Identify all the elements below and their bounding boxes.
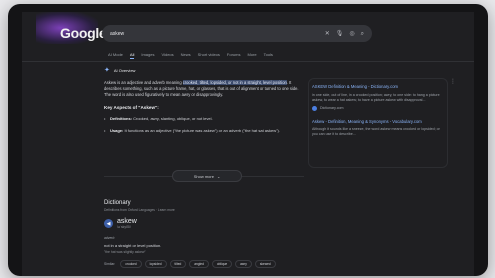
- pronunciation: /əˈskyo͞o/: [117, 225, 131, 229]
- tab-more[interactable]: More: [247, 52, 256, 59]
- source-snippet: Although it sounds like a sneeze, the wo…: [312, 127, 440, 136]
- ai-overview-paragraph: Askew is an adjective and adverb meaning…: [104, 80, 304, 98]
- synonym-chip[interactable]: angled: [189, 260, 209, 268]
- list-item: Usage: It functions as an adjective ("th…: [104, 128, 304, 134]
- synonym-chip[interactable]: skewed: [254, 260, 276, 268]
- key-aspects-list: Definitions: Crooked, awry, slanting, ob…: [104, 116, 304, 134]
- dictionary-title: Dictionary: [104, 200, 131, 206]
- sources-list: ASKEW Definition & Meaning - Dictionary.…: [312, 84, 442, 145]
- synonym-chip[interactable]: lopsided: [144, 260, 167, 268]
- ai-overview-header: ✦ AI Overview: [104, 66, 304, 74]
- google-logo[interactable]: Google: [60, 25, 107, 41]
- source-title[interactable]: ASKEW Definition & Meaning - Dictionary.…: [312, 84, 442, 90]
- word-block: askew /əˈskyo͞o/: [117, 218, 137, 229]
- example: "the hat was slightly askew": [104, 250, 146, 254]
- search-icons: ✕ 🎙 ◎ ⌕: [325, 31, 364, 37]
- bullet-text: Crooked, awry, slanting, oblique, or not…: [132, 116, 213, 121]
- close-icon[interactable]: ✕: [325, 31, 330, 37]
- site-favicon-icon: [312, 105, 317, 111]
- tab-ai-mode[interactable]: AI Mode: [108, 52, 123, 59]
- bullet-bold: Usage:: [110, 128, 124, 133]
- tab-all[interactable]: All: [129, 52, 135, 59]
- source-site: Dictionary.com: [312, 105, 442, 111]
- show-more-label: Show more: [193, 173, 214, 179]
- search-icon[interactable]: ⌕: [361, 31, 364, 37]
- browser-screen: Google askew ✕ 🎙 ◎ ⌕ AI Mode All Images …: [22, 12, 474, 276]
- synonym-chip[interactable]: awry: [235, 260, 252, 268]
- sparkle-icon: ✦: [104, 67, 110, 74]
- laptop-frame: Google askew ✕ 🎙 ◎ ⌕ AI Mode All Images …: [8, 4, 488, 276]
- mic-icon[interactable]: 🎙: [336, 31, 344, 37]
- tab-short-videos[interactable]: Short videos: [198, 52, 220, 59]
- synonym-chip[interactable]: tilted: [169, 260, 187, 268]
- ai-text-highlight[interactable]: crooked, tilted, lopsided, or not in a s…: [182, 80, 287, 85]
- ai-text-a: Askew is an adjective and adverb meaning: [104, 80, 183, 85]
- list-item: Definitions: Crooked, awry, slanting, ob…: [104, 116, 304, 122]
- word-row: ◀ askew /əˈskyo͞o/: [104, 218, 324, 229]
- key-aspects-heading: Key Aspects of "Askew":: [104, 105, 159, 110]
- source-card[interactable]: Askew - Definition, Meaning & Synonyms -…: [312, 119, 442, 138]
- synonym-chip[interactable]: oblique: [211, 260, 233, 268]
- show-more-button[interactable]: Show more ⌄: [172, 170, 242, 182]
- ai-overview: ✦ AI Overview Askew is an adjective and …: [104, 66, 304, 140]
- lens-icon[interactable]: ◎: [349, 31, 354, 37]
- source-snippet: in one side, out of line, in a crooked p…: [312, 92, 440, 102]
- dictionary-panel: Dictionary Definitions from Oxford Langu…: [104, 200, 324, 268]
- source-card[interactable]: ASKEW Definition & Meaning - Dictionary.…: [312, 84, 442, 111]
- tab-videos[interactable]: Videos: [161, 52, 173, 59]
- part-of-speech: adverb: [104, 236, 115, 240]
- dictionary-word: askew: [117, 218, 137, 225]
- source-title[interactable]: Askew - Definition, Meaning & Synonyms -…: [312, 119, 442, 125]
- ai-overview-label: AI Overview: [113, 67, 136, 73]
- source-name: Dictionary.com: [320, 106, 344, 110]
- synonyms-row: Similar: crooked lopsided tilted angled …: [104, 260, 324, 268]
- bullet-text: It functions as an adjective ("the pictu…: [123, 128, 280, 133]
- tab-images[interactable]: Images: [141, 52, 154, 59]
- search-tabs: AI Mode All Images Videos News Short vid…: [108, 52, 273, 59]
- tabs-divider: [22, 61, 474, 62]
- chevron-down-icon: ⌄: [216, 173, 221, 179]
- bullet-bold: Definitions:: [110, 116, 132, 121]
- more-options-icon[interactable]: ⋮: [450, 78, 456, 85]
- synonym-chip[interactable]: crooked: [120, 260, 142, 268]
- tab-forums[interactable]: Forums: [227, 52, 241, 59]
- definition: not in a straight or level position.: [104, 243, 162, 248]
- search-bar[interactable]: askew ✕ 🎙 ◎ ⌕: [102, 25, 372, 42]
- speaker-icon[interactable]: ◀: [104, 219, 113, 228]
- dictionary-source[interactable]: Definitions from Oxford Languages · Lear…: [104, 208, 324, 212]
- search-input[interactable]: askew: [110, 31, 325, 37]
- tab-tools[interactable]: Tools: [264, 52, 273, 59]
- tab-news[interactable]: News: [181, 52, 191, 59]
- synonyms-label: Similar:: [104, 262, 116, 266]
